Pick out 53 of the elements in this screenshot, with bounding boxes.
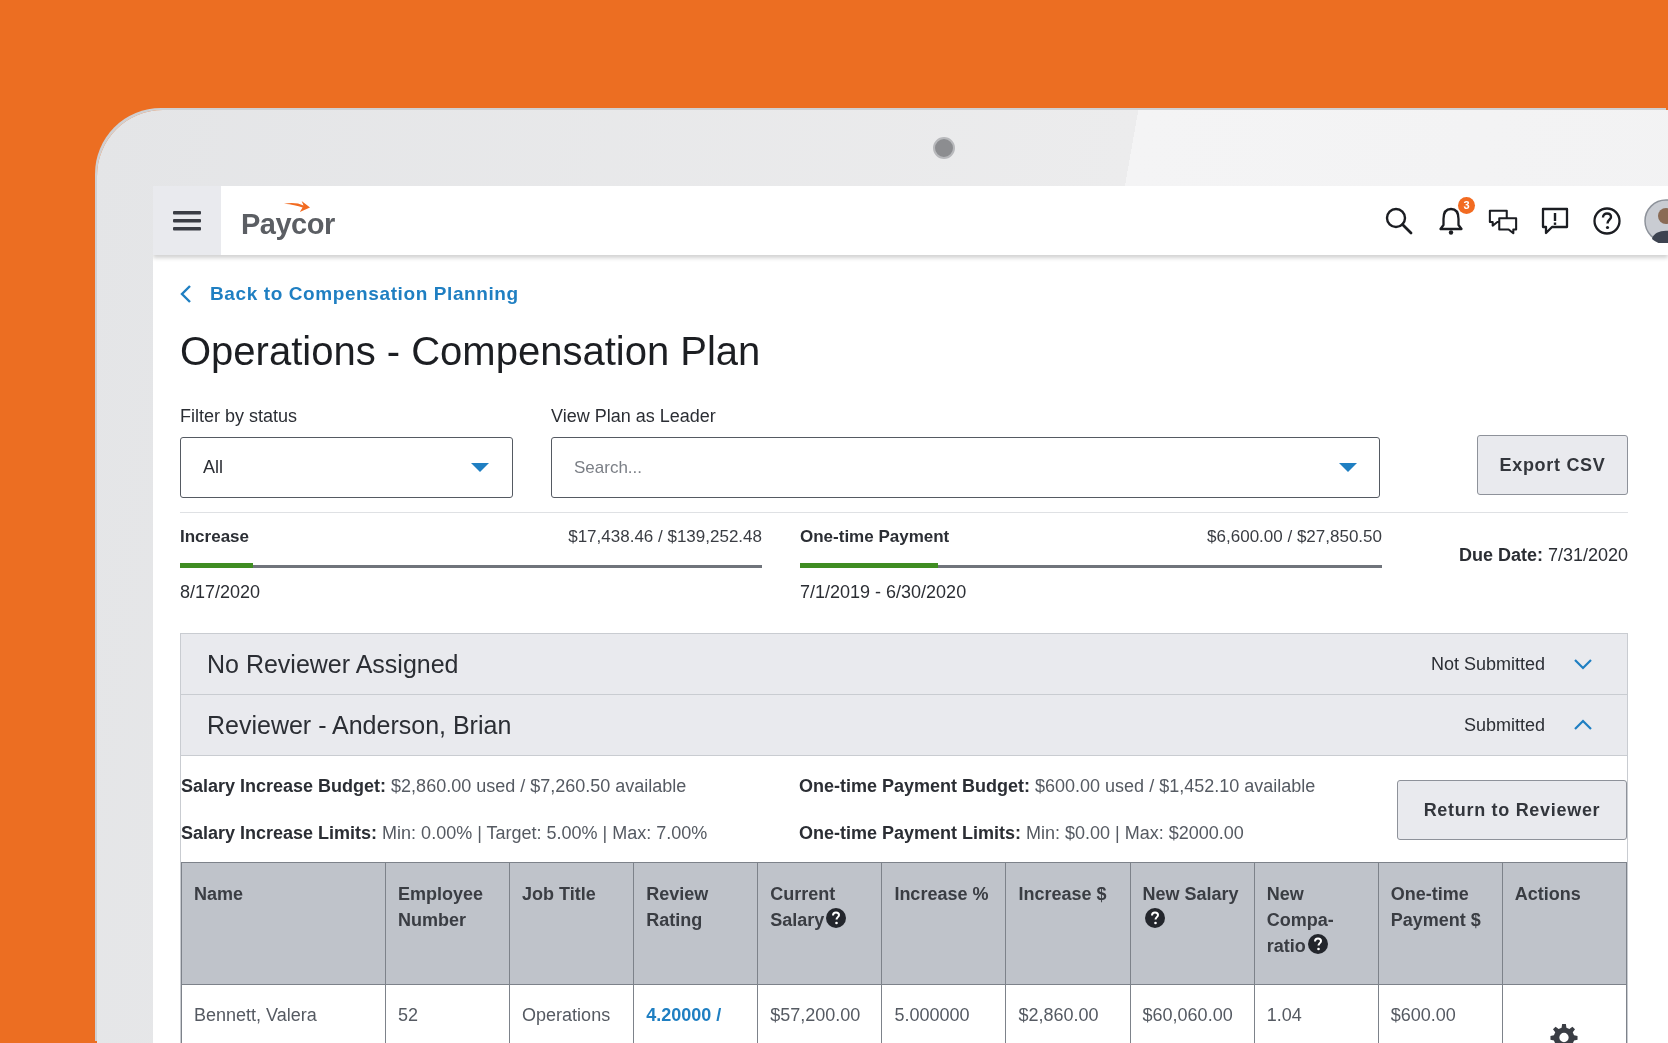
- chevron-down-icon: [1573, 658, 1593, 670]
- column-header: Increase %: [881, 862, 1006, 985]
- dropdown-caret-icon: [1338, 462, 1358, 473]
- search-icon[interactable]: [1384, 205, 1414, 236]
- section-header[interactable]: No Reviewer Assigned Not Submitted: [181, 634, 1627, 695]
- chevron-up-icon: [1573, 719, 1593, 731]
- status-label: Submitted: [1463, 714, 1545, 736]
- status-label: Not Submitted: [1430, 653, 1545, 675]
- field-label: Filter by status: [180, 406, 299, 427]
- column-header: Actions: [1502, 862, 1627, 985]
- notification-badge: 3: [1458, 196, 1475, 214]
- date-range: 7/1/2019 - 6/30/2020: [800, 582, 968, 603]
- page-title: Operations - Compensation Plan: [180, 329, 762, 374]
- progress-label: One-time Payment: [800, 527, 950, 547]
- column-header: New Compa-ratio: [1254, 862, 1379, 985]
- camera-lens: [933, 137, 955, 159]
- column-header: Name: [181, 862, 386, 985]
- back-link[interactable]: Back to Compensation Planning: [180, 283, 519, 305]
- swoosh-icon: [283, 200, 311, 213]
- menu-icon: [173, 209, 201, 232]
- chevron-left-icon: [180, 284, 192, 304]
- progress-label: Increase: [180, 527, 249, 547]
- column-header: Increase $: [1005, 862, 1131, 985]
- column-header: New Salary: [1130, 862, 1255, 985]
- help-icon[interactable]: [1307, 934, 1328, 954]
- column-header: Employee Number: [385, 862, 510, 985]
- dropdown-caret-icon: [470, 462, 490, 473]
- menu-button[interactable]: [153, 186, 221, 255]
- section-header[interactable]: Reviewer - Anderson, Brian Submitted: [181, 695, 1627, 756]
- due-date: Due Date: 7/31/2020: [1458, 545, 1628, 567]
- feedback-icon[interactable]: [1540, 205, 1570, 236]
- column-header: Review Rating: [633, 862, 758, 985]
- column-header: One-time Payment $: [1378, 862, 1503, 985]
- budget-line: Salary Increase Budget: $2,860.00 used / $7,260.50 available: [181, 776, 688, 797]
- field-label: View Plan as Leader: [551, 406, 717, 427]
- date-range: 8/17/2020: [180, 582, 262, 603]
- gear-icon[interactable]: [1550, 1023, 1579, 1043]
- help-icon[interactable]: [1592, 205, 1622, 236]
- budget-line: One-time Payment Budget: $600.00 used / $1,452.10 available: [799, 776, 1317, 797]
- help-icon[interactable]: [1144, 908, 1165, 928]
- search-field[interactable]: Search...: [551, 437, 1380, 498]
- logo[interactable]: Paycor: [241, 200, 335, 241]
- column-header: Current Salary: [757, 862, 882, 985]
- column-header: Job Title: [509, 862, 634, 985]
- table-cell: Bennett, Valera: [181, 984, 386, 1043]
- help-icon[interactable]: [826, 908, 847, 928]
- progress-amount: $6,600.00 / $27,850.50: [1207, 527, 1382, 547]
- export-button[interactable]: Export CSV: [1477, 435, 1628, 495]
- progress-amount: $17,438.46 / $139,252.48: [568, 527, 762, 547]
- return-button[interactable]: Return to Reviewer: [1397, 780, 1627, 840]
- budget-line: One-time Payment Limits: Min: $0.00 | Max: $2000.00: [799, 823, 1245, 844]
- dropdown-field[interactable]: All: [180, 437, 513, 498]
- budget-line: Salary Increase Limits: Min: 0.00% | Target: 5.00% | Max: 7.00%: [181, 823, 709, 844]
